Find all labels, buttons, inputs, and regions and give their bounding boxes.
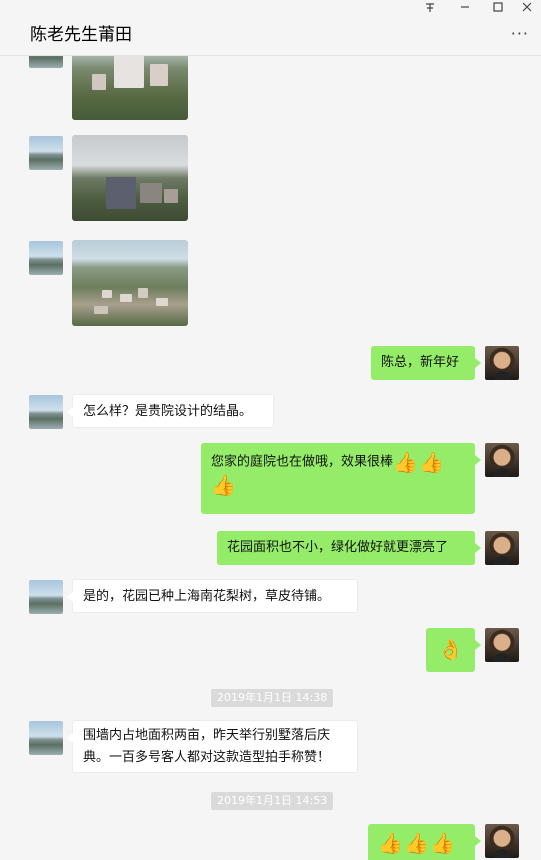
contact-avatar[interactable] <box>29 721 63 755</box>
contact-avatar[interactable] <box>29 136 63 170</box>
thumbs-up-icon: 👍 <box>404 831 430 855</box>
timestamp: 2019年1月1日 14:53 <box>211 792 334 810</box>
message-bubble[interactable]: 怎么样？是贵院设计的结晶。 <box>67 394 274 428</box>
thumbs-up-icon: 👍 <box>419 450 445 474</box>
villa-graphic <box>150 64 168 86</box>
chat-title: 陈老先生莆田 <box>30 25 132 45</box>
villa-graphic <box>114 56 144 88</box>
message-bubble[interactable]: 花园面积也不小，绿化做好就更漂亮了 <box>217 531 481 565</box>
user-avatar[interactable] <box>485 628 519 662</box>
message-bubble[interactable]: 陈总，新年好 <box>371 346 481 380</box>
message-bubble[interactable]: 围墙内占地面积两亩，昨天举行别墅落后庆 典。一百多号客人都对这款造型拍手称赞！ <box>67 720 358 773</box>
villa-graphic <box>140 183 162 203</box>
ok-hand-icon: 👌 <box>438 637 463 661</box>
maximize-icon[interactable] <box>492 1 504 16</box>
village-graphic <box>156 298 168 306</box>
user-avatar[interactable] <box>485 531 519 565</box>
minimize-icon[interactable] <box>459 1 471 16</box>
chat-header: 陈老先生莆田 ··· <box>0 0 541 56</box>
timestamp: 2019年1月1日 14:38 <box>211 689 334 707</box>
message-image[interactable] <box>72 240 188 326</box>
message-text: 是的，花园已种上海南花梨树，草皮待铺。 <box>83 589 331 604</box>
village-graphic <box>120 294 132 302</box>
thumbs-up-icon: 👍 <box>393 450 418 474</box>
thumbs-up-icon: 👍 <box>378 831 403 855</box>
user-avatar[interactable] <box>485 443 519 477</box>
message-image[interactable] <box>72 135 188 221</box>
village-graphic <box>102 290 112 298</box>
contact-avatar[interactable] <box>29 580 63 614</box>
message-text: 陈总，新年好 <box>381 355 460 370</box>
contact-avatar[interactable] <box>29 395 63 429</box>
message-text: 您家的庭院也在做哦，效果很棒 <box>211 454 394 470</box>
close-icon[interactable] <box>521 1 533 16</box>
message-bubble[interactable]: 👌 <box>426 628 481 672</box>
message-text-line: 典。一百多号客人都对这款造型拍手称赞！ <box>83 750 331 765</box>
message-bubble[interactable]: 是的，花园已种上海南花梨树，草皮待铺。 <box>67 579 358 613</box>
chat-area[interactable]: 陈总，新年好 怎么样？是贵院设计的结晶。 您家的庭院也在做哦，效果很棒👍 👍 👍… <box>0 56 541 860</box>
message-text: 花园面积也不小，绿化做好就更漂亮了 <box>227 540 449 555</box>
message-bubble[interactable]: 您家的庭院也在做哦，效果很棒👍 👍 👍 <box>201 443 481 514</box>
pin-icon[interactable] <box>424 1 436 16</box>
message-text: 怎么样？是贵院设计的结晶。 <box>83 404 253 419</box>
thumbs-up-icon: 👍 <box>211 472 236 497</box>
thumbs-up-icon: 👍 <box>430 831 456 855</box>
villa-graphic <box>164 189 178 203</box>
contact-avatar[interactable] <box>29 56 63 68</box>
villa-graphic <box>106 177 136 209</box>
user-avatar[interactable] <box>485 824 519 858</box>
message-image[interactable] <box>72 56 188 120</box>
villa-graphic <box>92 74 106 90</box>
message-text-line: 围墙内占地面积两亩，昨天举行别墅落后庆 <box>83 728 331 743</box>
user-avatar[interactable] <box>485 346 519 380</box>
village-graphic <box>138 288 148 298</box>
contact-avatar[interactable] <box>29 241 63 275</box>
more-icon[interactable]: ··· <box>511 24 529 43</box>
village-graphic <box>94 306 108 314</box>
message-bubble[interactable]: 👍 👍 👍 <box>368 824 481 860</box>
